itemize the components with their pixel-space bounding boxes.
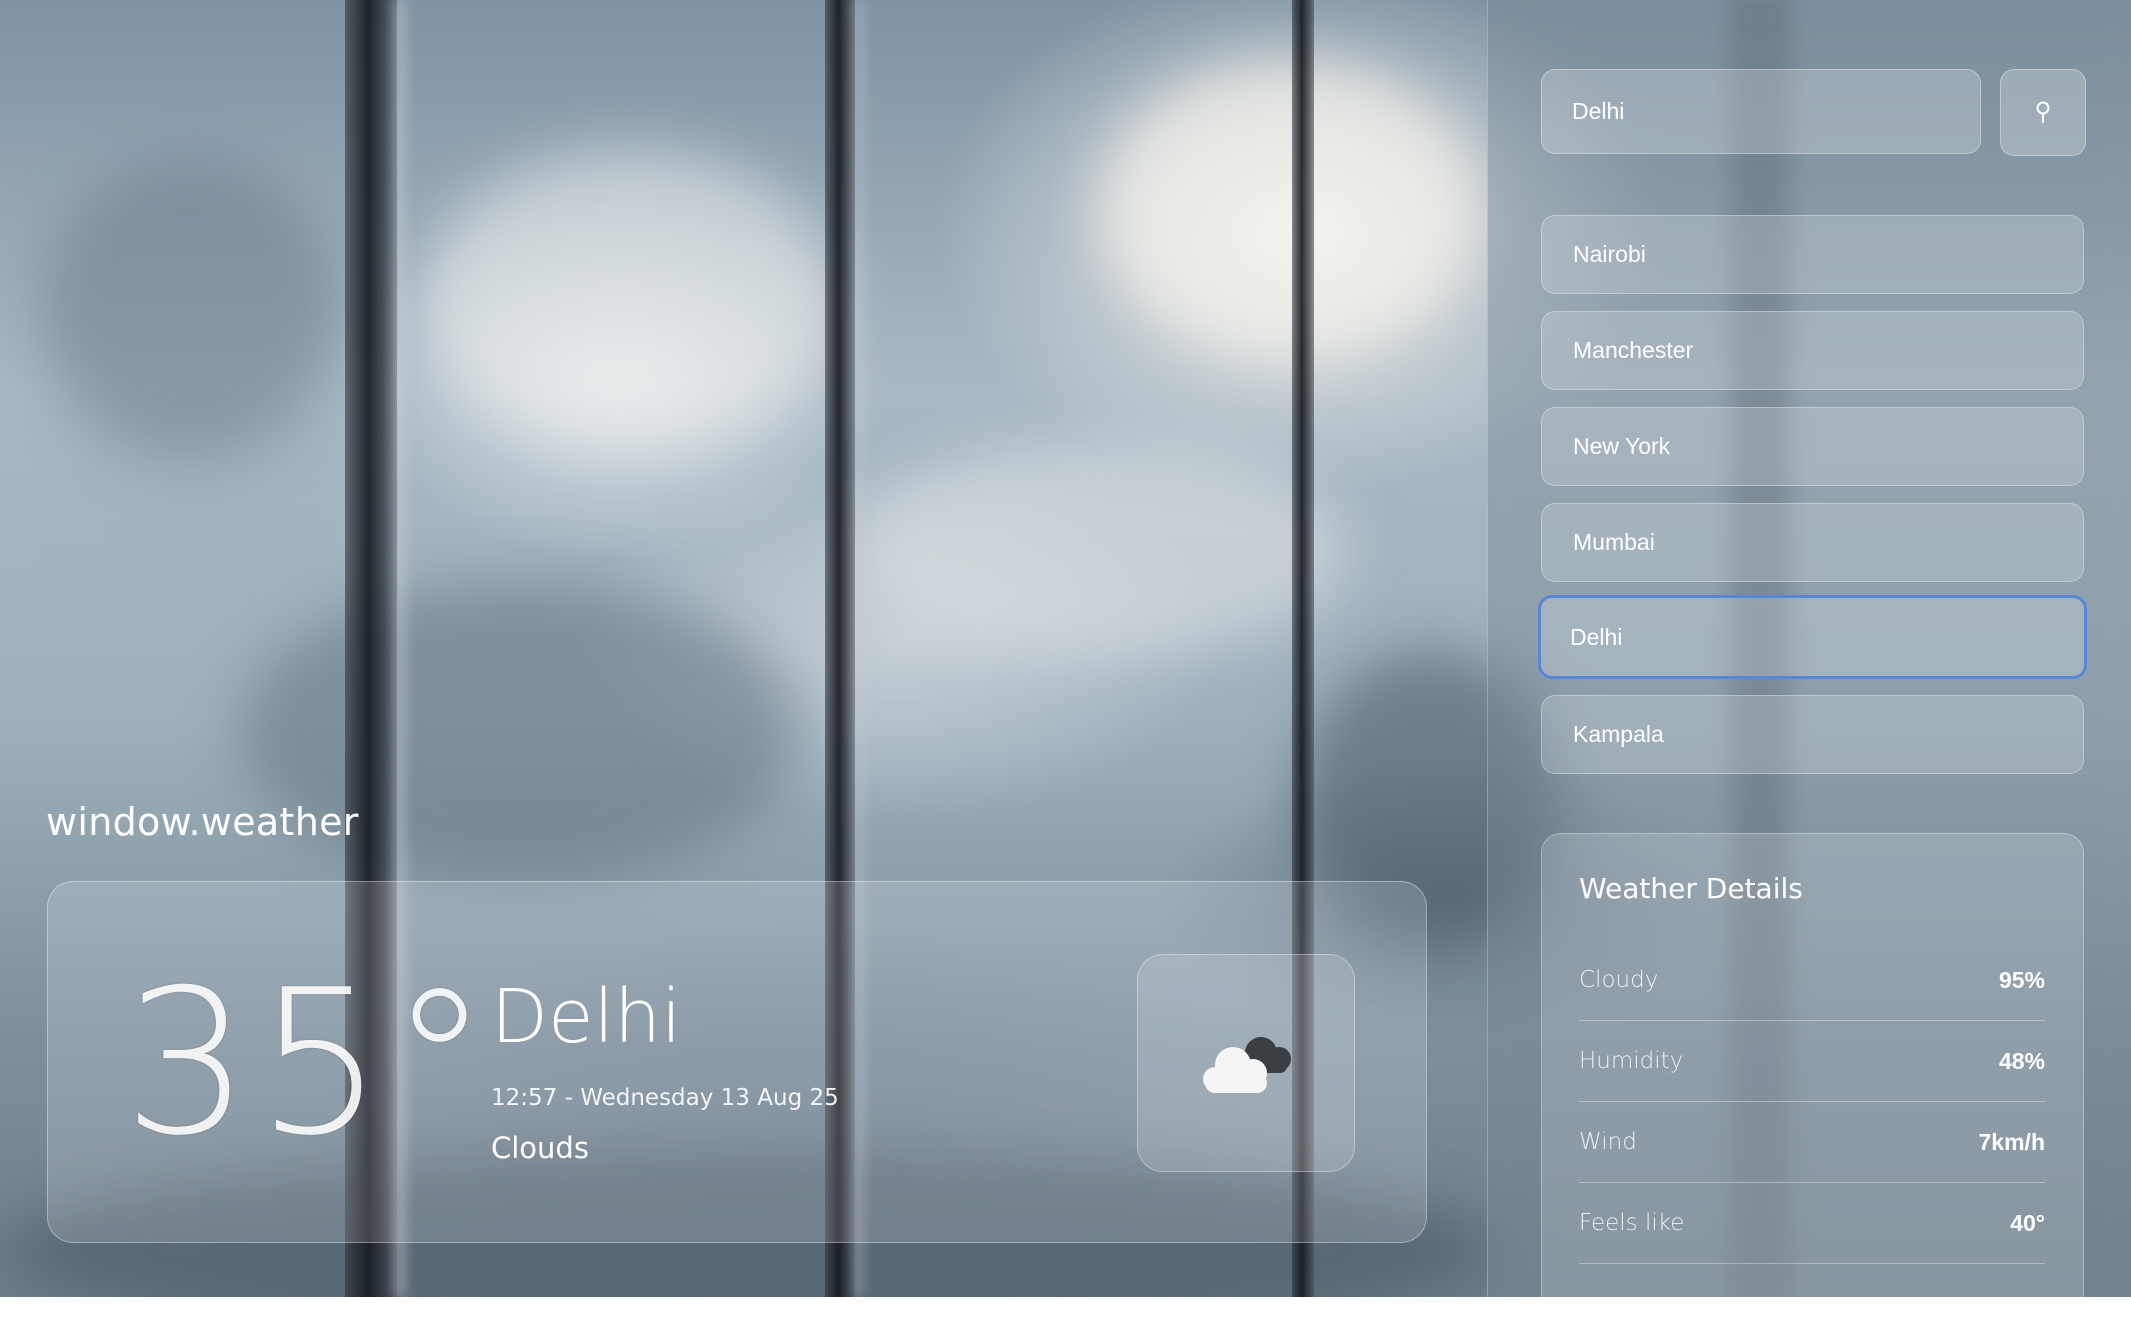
detail-row-humidity: Humidity 48% <box>1579 1021 2045 1102</box>
cloud-shape <box>850 440 1350 660</box>
city-item-new-york[interactable]: New York <box>1541 407 2084 486</box>
city-item-label: Kampala <box>1573 721 1664 747</box>
weather-details-card: Weather Details Cloudy 95% Humidity 48% … <box>1541 833 2084 1333</box>
city-item-label: Nairobi <box>1573 241 1646 267</box>
current-weather-card: 35° Delhi 12:57 - Wednesday 13 Aug 25 Cl… <box>47 881 1427 1243</box>
city-item-delhi[interactable]: Delhi <box>1538 595 2087 679</box>
weather-condition: Clouds <box>491 1131 589 1165</box>
city-item-label: Delhi <box>1570 623 1623 650</box>
detail-label: Feels like <box>1579 1210 1685 1236</box>
weather-icon-box <box>1137 954 1355 1172</box>
detail-value: 7km/h <box>1978 1128 2045 1155</box>
search-pin-icon <box>2036 101 2050 123</box>
temperature-value: 35° <box>123 947 496 1180</box>
city-item-label: New York <box>1573 433 1671 459</box>
detail-row-cloudy: Cloudy 95% <box>1579 940 2045 1021</box>
detail-value: 95% <box>1998 966 2045 993</box>
weather-details-title: Weather Details <box>1579 872 1803 905</box>
cloud-icon <box>1203 1037 1291 1093</box>
detail-row-wind: Wind 7km/h <box>1579 1102 2045 1183</box>
cloud-shape <box>420 150 840 450</box>
cloud-shape <box>40 160 340 460</box>
city-search-input[interactable] <box>1541 69 1981 154</box>
app-brand: window.weather <box>46 800 359 844</box>
detail-label: Humidity <box>1579 1048 1684 1074</box>
detail-label: Cloudy <box>1579 967 1659 993</box>
city-item-label: Manchester <box>1573 337 1694 363</box>
city-item-mumbai[interactable]: Mumbai <box>1541 503 2084 582</box>
cloud-shape <box>1100 60 1480 360</box>
search-button[interactable] <box>2000 69 2086 156</box>
detail-value: 48% <box>1998 1047 2045 1074</box>
city-item-kampala[interactable]: Kampala <box>1541 695 2084 774</box>
city-item-manchester[interactable]: Manchester <box>1541 311 2084 390</box>
city-item-label: Mumbai <box>1573 529 1655 555</box>
detail-value: 40° <box>2010 1209 2045 1236</box>
city-item-nairobi[interactable]: Nairobi <box>1541 215 2084 294</box>
detail-label: Wind <box>1579 1129 1637 1155</box>
current-datetime: 12:57 - Wednesday 13 Aug 25 <box>491 1085 839 1111</box>
detail-row-feels-like: Feels like 40° <box>1579 1183 2045 1264</box>
current-city-name: Delhi <box>491 974 682 1060</box>
